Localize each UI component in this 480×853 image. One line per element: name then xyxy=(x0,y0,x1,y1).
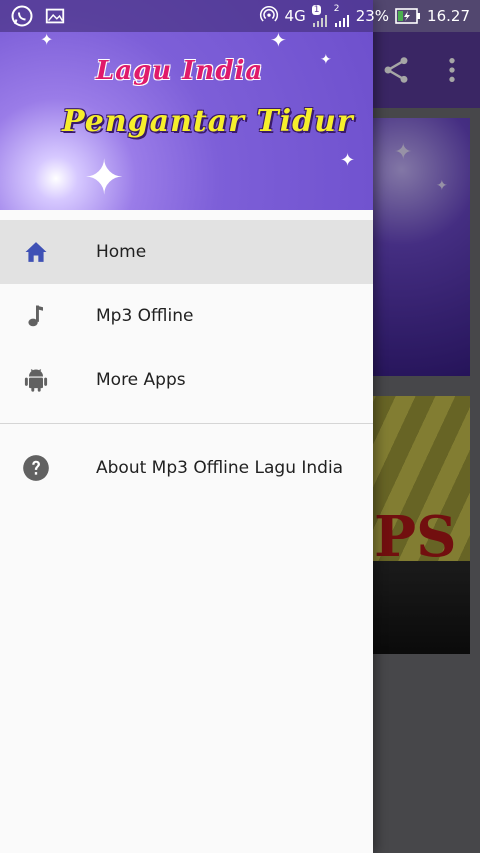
sim2-badge: 2 xyxy=(333,4,340,14)
status-bar: 4G 1 2 23% 16.27 xyxy=(0,0,480,32)
drawer-menu: Home Mp3 Offline More Apps xyxy=(0,220,373,412)
home-icon xyxy=(25,242,47,262)
header-title-line2: Pengantar Tidur xyxy=(62,104,354,139)
whatsapp-icon xyxy=(11,5,33,27)
music-note-icon xyxy=(28,305,43,327)
menu-item-about[interactable]: About Mp3 Offline Lagu India xyxy=(0,436,373,500)
sim1-badge: 1 xyxy=(311,5,322,15)
sim1-signal-icon: 1 xyxy=(311,5,328,27)
menu-item-label: About Mp3 Offline Lagu India xyxy=(96,458,344,478)
gallery-icon xyxy=(45,8,65,24)
menu-item-label: More Apps xyxy=(96,370,186,390)
sim2-signal-icon: 2 xyxy=(333,4,350,27)
hotspot-icon xyxy=(259,6,278,22)
sparkle-decoration: ✦ xyxy=(40,30,54,49)
help-circle-icon xyxy=(23,455,49,481)
drawer-scrim[interactable] xyxy=(373,32,480,853)
battery-percent: 23% xyxy=(355,7,390,25)
sparkle-decoration: ✦ xyxy=(340,150,356,171)
sparkle-decoration: ✦ xyxy=(320,52,332,68)
navigation-drawer: ✦ ✦ ✦ ✦ ✦ Lagu India Pengantar Tidur Hom… xyxy=(0,0,373,853)
battery-charging-icon xyxy=(395,8,421,24)
menu-item-more-apps[interactable]: More Apps xyxy=(0,348,373,412)
menu-item-mp3-offline[interactable]: Mp3 Offline xyxy=(0,284,373,348)
header-title-line1: Lagu India xyxy=(96,56,264,86)
android-icon xyxy=(24,369,48,392)
menu-item-label: Home xyxy=(96,242,147,262)
clock: 16.27 xyxy=(427,7,470,25)
menu-item-label: Mp3 Offline xyxy=(96,306,194,326)
sparkle-decoration: ✦ xyxy=(84,150,125,206)
menu-item-home[interactable]: Home xyxy=(0,220,373,284)
menu-divider xyxy=(0,423,373,424)
network-type: 4G xyxy=(284,7,306,25)
